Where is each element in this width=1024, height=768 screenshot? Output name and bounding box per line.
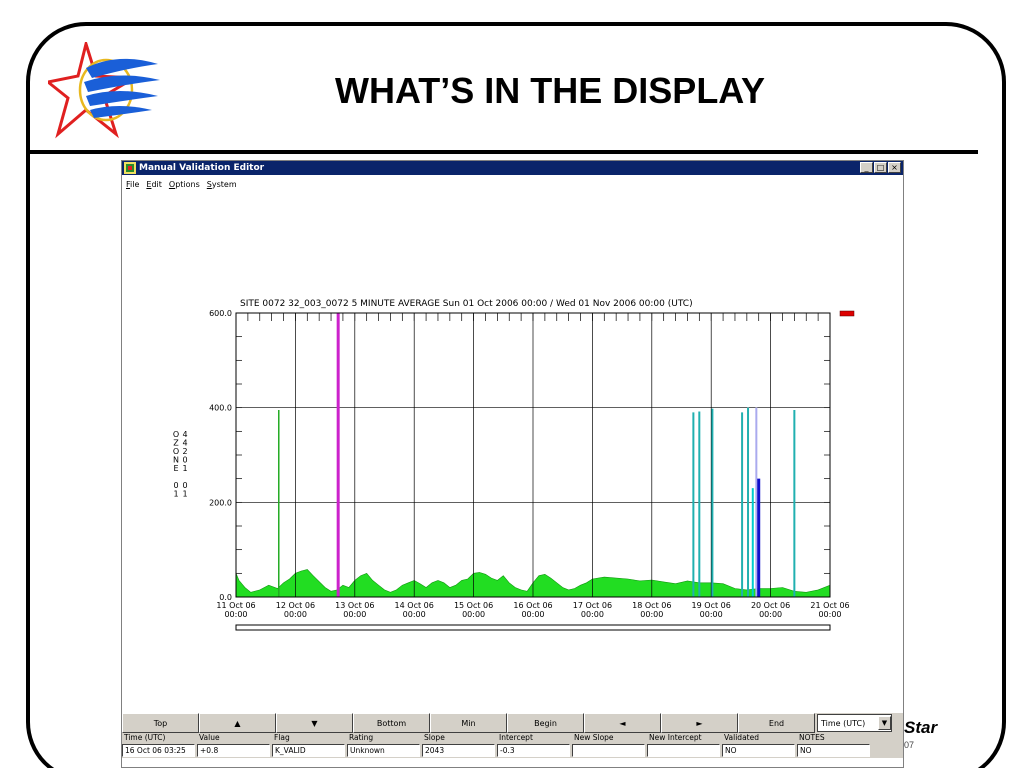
close-icon[interactable]: × <box>888 162 901 173</box>
top-button[interactable]: Top <box>122 713 199 733</box>
menu-system[interactable]: System <box>207 180 237 189</box>
table-cell[interactable]: -0.3 <box>497 744 570 757</box>
x-tick-label: 20 Oct 06 <box>751 601 790 610</box>
app-icon <box>124 162 136 174</box>
table-cell[interactable]: 16 Oct 06 03:25 <box>122 744 195 757</box>
window-controls: _ □ × <box>860 162 901 173</box>
table-cell[interactable]: Unknown <box>347 744 420 757</box>
x-tick-time: 00:00 <box>521 610 544 619</box>
x-tick-label: 15 Oct 06 <box>454 601 493 610</box>
x-tick-time: 00:00 <box>224 610 247 619</box>
x-tick-time: 00:00 <box>284 610 307 619</box>
time-zone-select[interactable]: Time (UTC) ▼ <box>817 714 892 732</box>
x-tick-time: 00:00 <box>700 610 723 619</box>
x-tick-label: 11 Oct 06 <box>216 601 255 610</box>
time-zone-select-value: Time (UTC) <box>821 718 866 728</box>
x-tick-time: 00:00 <box>818 610 841 619</box>
x-tick-label: 13 Oct 06 <box>335 601 374 610</box>
x-tick-label: 14 Oct 06 <box>395 601 434 610</box>
window-titlebar[interactable]: Manual Validation Editor _ □ × <box>122 161 903 175</box>
bottom-button[interactable]: Bottom <box>353 713 430 733</box>
begin-button[interactable]: Begin <box>507 713 584 733</box>
chart-title: SITE 0072 32_003_0072 5 MINUTE AVERAGE S… <box>240 299 693 309</box>
table-row: 16 Oct 06 03:25 +0.8 K_VALID Unknown 2043 -0.… <box>122 744 903 758</box>
y-tick-label: 200.0 <box>209 498 232 507</box>
footer-page-number: 07 <box>904 740 915 750</box>
title-divider <box>30 150 978 154</box>
menu-edit[interactable]: Edit <box>146 180 162 189</box>
x-tick-label: 18 Oct 06 <box>632 601 671 610</box>
table-cell[interactable]: 2043 <box>422 744 495 757</box>
footer-text: Star <box>904 718 938 737</box>
min-button[interactable]: Min <box>430 713 507 733</box>
y-tick-label: 0.0 <box>219 593 232 602</box>
slide-title: WHAT’S IN THE DISPLAY <box>334 70 766 111</box>
down-arrow-button[interactable]: ▼ <box>276 713 353 733</box>
column-header[interactable]: Rating <box>347 733 422 744</box>
menu-file[interactable]: File <box>126 180 139 189</box>
table-cell[interactable] <box>647 744 720 757</box>
x-tick-time: 00:00 <box>343 610 366 619</box>
x-tick-label: 19 Oct 06 <box>692 601 731 610</box>
table-cell[interactable]: NO <box>722 744 795 757</box>
chart-scrollbar <box>235 624 831 631</box>
maximize-icon[interactable]: □ <box>874 162 887 173</box>
y-axis-label-char: 1 <box>173 490 178 499</box>
x-tick-label: 21 Oct 06 <box>810 601 849 610</box>
column-header[interactable]: Slope <box>422 733 497 744</box>
navigation-toolbar: Top ▲ ▼ Bottom Min Begin ◄ ► End Time (UTC) ▼ <box>122 713 903 733</box>
y-tick-label: 400.0 <box>209 404 232 413</box>
x-tick-time: 00:00 <box>462 610 485 619</box>
y-axis-label-code: 1 <box>182 464 187 473</box>
table-cell[interactable]: K_VALID <box>272 744 345 757</box>
up-arrow-button[interactable]: ▲ <box>199 713 276 733</box>
x-tick-label: 17 Oct 06 <box>573 601 612 610</box>
column-header[interactable]: Validated <box>722 733 797 744</box>
y-axis-label-code: 1 <box>182 490 187 499</box>
column-header[interactable]: New Intercept <box>647 733 722 744</box>
manual-validation-editor-window: Manual Validation Editor _ □ × File Edit… <box>121 160 904 768</box>
minimize-icon[interactable]: _ <box>860 162 873 173</box>
window-title: Manual Validation Editor <box>139 163 265 173</box>
chevron-down-icon[interactable]: ▼ <box>878 716 891 730</box>
table-cell[interactable]: NO <box>797 744 870 757</box>
x-tick-time: 00:00 <box>759 610 782 619</box>
ozone-chart: SITE 0072 32_003_0072 5 MINUTE AVERAGE S… <box>173 299 855 631</box>
table-cell[interactable] <box>572 744 645 757</box>
chart-area: SITE 0072 32_003_0072 5 MINUTE AVERAGE S… <box>122 193 903 713</box>
column-header[interactable]: Intercept <box>497 733 572 744</box>
column-header[interactable]: Value <box>197 733 272 744</box>
y-axis-label-char: E <box>173 464 178 473</box>
column-header[interactable]: NOTES <box>797 733 872 744</box>
menu-options[interactable]: Options <box>169 180 200 189</box>
x-tick-time: 00:00 <box>403 610 426 619</box>
end-button[interactable]: End <box>738 713 815 733</box>
right-arrow-button[interactable]: ► <box>661 713 738 733</box>
left-arrow-button[interactable]: ◄ <box>584 713 661 733</box>
x-tick-time: 00:00 <box>640 610 663 619</box>
y-tick-label: 600.0 <box>209 309 232 318</box>
column-header[interactable]: New Slope <box>572 733 647 744</box>
menubar: File Edit Options System <box>122 176 903 192</box>
star-globe-logo <box>48 42 160 139</box>
table-cell[interactable]: +0.8 <box>197 744 270 757</box>
x-tick-label: 16 Oct 06 <box>513 601 552 610</box>
column-header[interactable]: Time (UTC) <box>122 733 197 744</box>
column-header[interactable]: Flag <box>272 733 347 744</box>
grid-header: Time (UTC) Value Flag Rating Slope Intercept N… <box>122 733 903 744</box>
x-tick-time: 00:00 <box>581 610 604 619</box>
legend-marker <box>839 310 855 317</box>
x-tick-label: 12 Oct 06 <box>276 601 315 610</box>
